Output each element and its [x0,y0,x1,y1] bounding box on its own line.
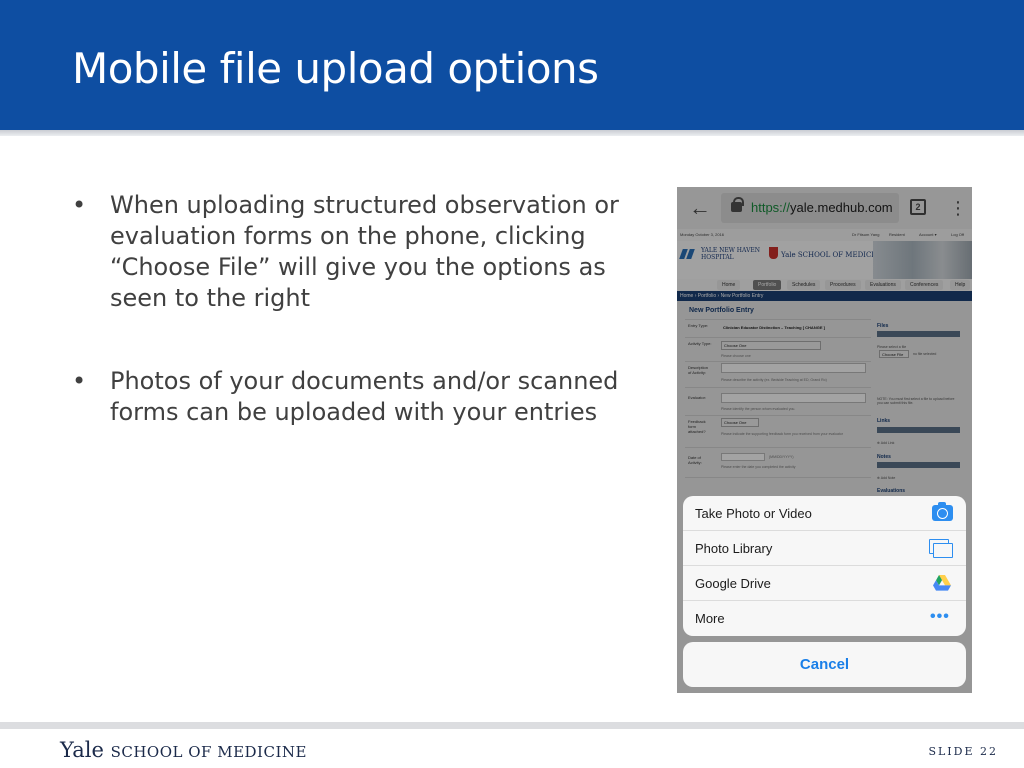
google-drive-icon [933,575,951,591]
photo-library-option[interactable]: Photo Library [683,531,966,566]
slide-title: Mobile file upload options [72,44,599,93]
footer-divider [0,722,1024,729]
google-drive-label: Google Drive [695,576,771,591]
take-photo-option[interactable]: Take Photo or Video [683,496,966,531]
google-drive-option[interactable]: Google Drive [683,566,966,601]
camera-icon [932,502,953,521]
slide-label: SLIDE [928,745,975,758]
header-band: Mobile file upload options [0,0,1024,130]
slide-number: SLIDE 22 [928,745,998,758]
cancel-label: Cancel [799,656,850,673]
cancel-button[interactable]: Cancel [683,642,966,687]
bullet-text: When uploading structured observation or… [110,191,619,312]
more-label: More [695,611,725,626]
more-icon: ••• [930,608,950,625]
photo-library-label: Photo Library [695,541,773,556]
photo-library-front-frame [933,543,953,558]
header-divider [0,130,1024,136]
photo-library-icon [929,539,953,558]
bullet-item: • When uploading structured observation … [72,190,632,314]
bullet-item: • Photos of your documents and/or scanne… [72,366,632,428]
file-source-action-sheet: Take Photo or Video Photo Library Google… [683,496,966,636]
bullet-glyph: • [72,191,87,219]
footer-yale-word: Yale [60,738,104,762]
bullet-list: • When uploading structured observation … [72,190,632,428]
bullet-glyph: • [72,367,87,395]
footer-logo: Yale SCHOOL OF MEDICINE [60,738,307,762]
bullet-text: Photos of your documents and/or scanned … [110,367,619,426]
footer-school: SCHOOL OF MEDICINE [110,743,307,761]
phone-screenshot: ← https://yale.medhub.com 2 ⋮ Monday Oct… [677,187,972,693]
take-photo-label: Take Photo or Video [695,506,812,521]
more-option[interactable]: More ••• [683,601,966,636]
slide-number-value: 22 [980,745,998,758]
